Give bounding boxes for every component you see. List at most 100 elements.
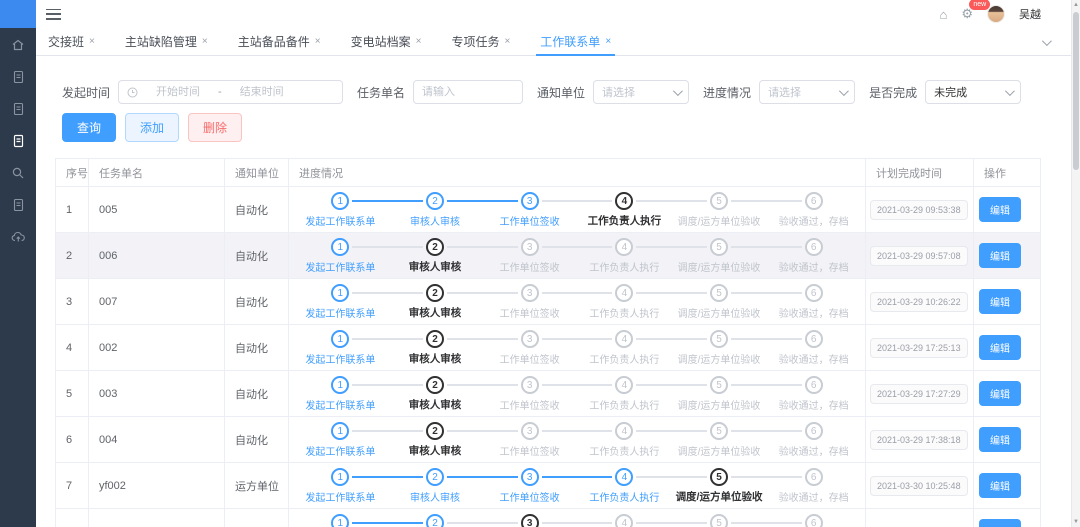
chevron-down-icon[interactable] <box>1042 33 1053 51</box>
date-range-picker[interactable]: - <box>118 80 343 104</box>
document-icon[interactable] <box>11 101 26 116</box>
step-label: 发起工作联系单 <box>305 443 375 458</box>
document-icon[interactable] <box>11 69 26 84</box>
progress-stepper: 1发起工作联系单2审核人审核3工作单位签收4工作负责人执行5调度/运方单位验收6… <box>293 283 861 320</box>
step-circle: 5 <box>710 192 728 210</box>
planned-time-value: 2021-03-29 17:27:29 <box>870 384 968 404</box>
cloud-upload-icon[interactable] <box>11 229 26 244</box>
cell-progress: 1发起工作联系单2审核人审核3工作单位签收4工作负责人执行5调度/运方单位验收6… <box>289 187 866 233</box>
edit-button[interactable]: 编辑 <box>979 243 1021 268</box>
table-row[interactable]: 5003自动化1发起工作联系单2审核人审核3工作单位签收4工作负责人执行5调度/… <box>56 371 1041 417</box>
tab-biandianzhandangan[interactable]: 变电站档案 × <box>347 28 426 55</box>
cell-progress: 1发起工作联系单2审核人审核3工作单位签收4工作负责人执行5调度/运方单位验收6… <box>289 463 866 509</box>
filter-label-task: 任务单名 <box>357 84 405 101</box>
table-row[interactable]: 2006自动化1发起工作联系单2审核人审核3工作单位签收4工作负责人执行5调度/… <box>56 233 1041 279</box>
home-icon[interactable] <box>11 37 26 52</box>
edit-button[interactable]: 编辑 <box>979 381 1021 406</box>
step-4: 4工作负责人执行 <box>577 329 672 366</box>
step-4: 4工作负责人执行 <box>577 467 672 504</box>
step-circle: 1 <box>331 468 349 486</box>
edit-button[interactable]: 编辑 <box>979 197 1021 222</box>
tab-jiaojieban[interactable]: 交接班 × <box>44 28 99 55</box>
step-label: 工作单位签收 <box>500 351 560 366</box>
step-circle: 6 <box>805 514 823 527</box>
edit-button[interactable]: 编辑 <box>979 473 1021 498</box>
add-button[interactable]: 添加 <box>125 113 179 142</box>
close-icon[interactable]: × <box>89 36 95 47</box>
table-row[interactable]: 4002自动化1发起工作联系单2审核人审核3工作单位签收4工作负责人执行5调度/… <box>56 325 1041 371</box>
tab-bar: 交接班 × 主站缺陷管理 × 主站备品备件 × 变电站档案 × 专项任务 × 工… <box>36 28 1071 56</box>
scroll-down-icon[interactable]: ▼ <box>1072 519 1080 525</box>
close-icon[interactable]: × <box>202 36 208 47</box>
progress-select[interactable]: 请选择 <box>759 80 855 104</box>
edit-button[interactable]: 编辑 <box>979 289 1021 314</box>
tab-zhuzhanbeipinbeijian[interactable]: 主站备品备件 × <box>234 28 325 55</box>
step-label: 审核人审核 <box>410 213 460 228</box>
cell-notify-unit: 自动化 <box>225 187 289 233</box>
step-5: 5调度/运方单位验收 <box>672 283 767 320</box>
tab-zhuanxiangrenwu[interactable]: 专项任务 × <box>447 28 514 55</box>
step-circle: 6 <box>805 192 823 210</box>
step-label: 审核人审核 <box>409 259 462 274</box>
edit-button[interactable]: 编辑 <box>979 335 1021 360</box>
close-icon[interactable]: × <box>605 36 611 47</box>
cell-operation: 编辑 <box>974 463 1041 509</box>
cell-seq: 1 <box>56 187 89 233</box>
step-label: 验收通过，存档 <box>779 305 849 320</box>
tab-label: 变电站档案 <box>351 33 411 50</box>
close-icon[interactable]: × <box>416 36 422 47</box>
progress-stepper: 1发起工作联系单2审核人审核3工作单位签收4工作负责人执行5调度/运方单位验收6… <box>293 513 861 527</box>
query-button[interactable]: 查询 <box>62 113 116 142</box>
task-name-input[interactable] <box>414 86 522 98</box>
user-name[interactable]: 吴越 <box>1019 6 1041 22</box>
start-time-input[interactable] <box>142 86 214 98</box>
table-row[interactable]: 1发起工作联系单2审核人审核3工作单位签收4工作负责人执行5调度/运方单位验收6… <box>56 509 1041 527</box>
cell-operation: 编辑 <box>974 371 1041 417</box>
tab-gongzuolianxidan[interactable]: 工作联系单 × <box>536 28 615 55</box>
tab-label: 交接班 <box>48 33 84 50</box>
step-circle: 6 <box>805 468 823 486</box>
document-icon[interactable] <box>11 197 26 212</box>
edit-button[interactable]: 编辑 <box>979 519 1021 527</box>
cell-seq: 6 <box>56 417 89 463</box>
tab-zhuzhanquexianguanli[interactable]: 主站缺陷管理 × <box>121 28 212 55</box>
notify-unit-select[interactable]: 请选择 <box>593 80 689 104</box>
step-5: 5调度/运方单位验收 <box>672 467 767 504</box>
close-icon[interactable]: × <box>315 36 321 47</box>
step-circle: 3 <box>521 284 539 302</box>
search-icon[interactable] <box>11 165 26 180</box>
home-icon[interactable]: ⌂ <box>939 8 947 21</box>
planned-time-value: 2021-03-30 10:25:48 <box>870 476 968 496</box>
settings-button[interactable]: ⚙ new <box>961 5 973 23</box>
step-circle: 2 <box>426 284 444 302</box>
cell-notify-unit: 自动化 <box>225 371 289 417</box>
table-row[interactable]: 7yf002运方单位1发起工作联系单2审核人审核3工作单位签收4工作负责人执行5… <box>56 463 1041 509</box>
close-icon[interactable]: × <box>504 36 510 47</box>
select-placeholder: 请选择 <box>768 84 801 100</box>
step-3: 3工作单位签收 <box>482 191 577 228</box>
chevron-down-icon <box>1005 86 1015 96</box>
table-row[interactable]: 1005自动化1发起工作联系单2审核人审核3工作单位签收4工作负责人执行5调度/… <box>56 187 1041 233</box>
table-row[interactable]: 3007自动化1发起工作联系单2审核人审核3工作单位签收4工作负责人执行5调度/… <box>56 279 1041 325</box>
step-label: 验收通过，存档 <box>779 397 849 412</box>
delete-button[interactable]: 删除 <box>188 113 242 142</box>
planned-time-value: 2021-03-29 09:53:38 <box>870 200 968 220</box>
edit-button[interactable]: 编辑 <box>979 427 1021 452</box>
hamburger-menu-icon[interactable] <box>46 9 61 20</box>
step-label: 工作单位签收 <box>500 305 560 320</box>
filter-bar: 发起时间 - 任务单名 通知单位 请选择 进度情况 请选择 是否完成 未完成 <box>62 80 1021 104</box>
step-circle: 3 <box>521 192 539 210</box>
main-content: 发起时间 - 任务单名 通知单位 请选择 进度情况 请选择 是否完成 未完成 <box>36 56 1071 527</box>
column-header-op: 操作 <box>974 159 1041 187</box>
step-6: 6验收通过，存档 <box>766 467 861 504</box>
avatar[interactable] <box>987 5 1005 23</box>
completed-select[interactable]: 未完成 <box>925 80 1021 104</box>
scroll-up-icon[interactable]: ▲ <box>1072 2 1080 8</box>
step-circle: 1 <box>331 238 349 256</box>
step-circle: 2 <box>426 514 444 527</box>
page-scrollbar-thumb[interactable] <box>1073 12 1079 170</box>
end-time-input[interactable] <box>226 86 298 98</box>
step-circle: 4 <box>615 238 633 256</box>
table-row[interactable]: 6004自动化1发起工作联系单2审核人审核3工作单位签收4工作负责人执行5调度/… <box>56 417 1041 463</box>
document-icon[interactable] <box>11 133 26 148</box>
